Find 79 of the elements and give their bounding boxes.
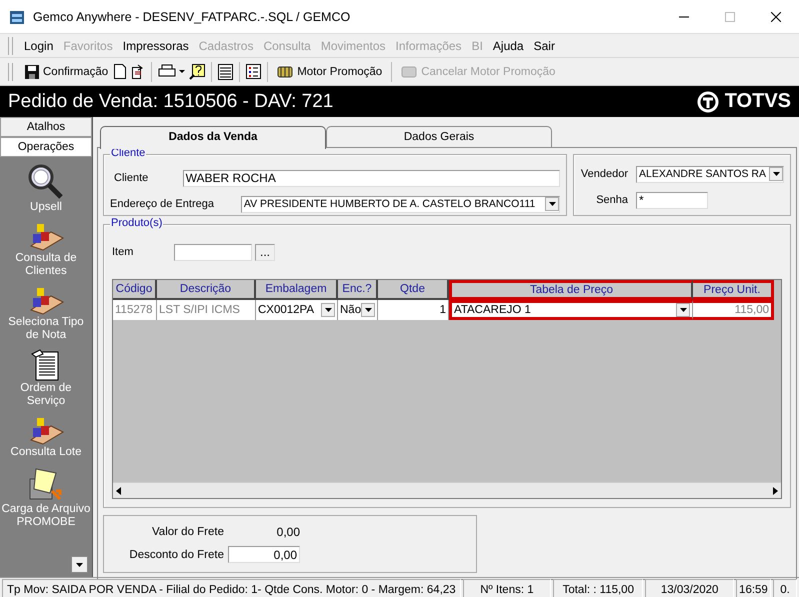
sidebar-item[interactable]: Seleciona Tipo de Nota: [1, 316, 91, 342]
table-cell: 115,00: [693, 300, 774, 320]
menu-item[interactable]: Impressoras: [118, 38, 194, 52]
sidebar-item[interactable]: Consulta de Clientes: [1, 252, 91, 278]
dropdown-button[interactable]: [321, 303, 335, 317]
cliente-field[interactable]: WABER ROCHA: [182, 170, 560, 186]
caret-icon: [548, 202, 556, 206]
dropdown-button[interactable]: [545, 197, 559, 211]
menu-item[interactable]: Login: [19, 38, 58, 52]
status-cell: Nº Itens: 1: [462, 579, 552, 597]
field-label: Senha: [595, 194, 628, 206]
table-cell-dropdown[interactable]: CX0012PA: [256, 300, 338, 320]
horizontal-scrollbar[interactable]: [113, 482, 781, 498]
endereco-dropdown[interactable]: AV PRESIDENTE HUMBERTO DE A. CASTELO BRANCO111: [240, 196, 560, 212]
calendar-icon[interactable]: [218, 64, 234, 80]
scroll-down-button[interactable]: [71, 556, 88, 573]
status-cell: 13/03/2020: [645, 579, 734, 597]
tab[interactable]: Dados Gerais: [326, 126, 552, 147]
tab[interactable]: Dados da Venda: [100, 126, 326, 149]
column-header[interactable]: Código: [113, 280, 157, 300]
dropdown-button[interactable]: [361, 303, 376, 317]
table-cell: LST S/IPI ICMS: [157, 300, 256, 320]
page-title: Pedido de Venda: 1510506 - DAV: 721: [8, 90, 334, 112]
browse-button[interactable]: ...: [255, 244, 275, 260]
document-icon: [31, 348, 61, 382]
window-title: Gemco Anywhere - DESENV_FATPARC.-.SQL / GEMCO: [33, 10, 352, 24]
printer-icon[interactable]: [158, 64, 186, 79]
table-cell-dropdown[interactable]: ATACAREJO 1: [449, 300, 693, 320]
menu-item[interactable]: Sair: [528, 38, 560, 52]
sidebar-item[interactable]: Carga de Arquivo PROMOBE: [1, 503, 91, 529]
confirm-button[interactable]: Confirmação: [22, 64, 112, 78]
table-cell-dropdown[interactable]: Não: [338, 300, 378, 320]
document-arrow-icon[interactable]: [129, 64, 146, 79]
new-document-icon[interactable]: [114, 64, 126, 79]
field-label: Vendedor: [580, 168, 628, 180]
dropdown-button[interactable]: [676, 303, 690, 317]
status-cell: 0.: [772, 579, 797, 597]
app-icon: [9, 8, 25, 24]
senha-field[interactable]: *: [636, 192, 708, 208]
status-cell: 16:59: [736, 579, 771, 597]
motor-promocao-button[interactable]: Motor Promoção: [274, 64, 386, 78]
caret-icon: [772, 172, 780, 176]
list-icon[interactable]: [246, 64, 262, 79]
field-label: Cliente: [113, 172, 150, 184]
field-label: Desconto do Frete: [128, 548, 224, 561]
magnifier-icon: [27, 163, 65, 201]
sidebar-section[interactable]: Operações: [0, 137, 92, 157]
field-label: Endereço de Entrega: [110, 198, 215, 210]
close-button[interactable]: [771, 12, 781, 22]
table-cell: 115278: [113, 300, 157, 320]
status-cell: Tp Mov: SAIDA POR VENDA - Filial do Pedido: 1- Qtde Cons. Motor: 0 - Margem: 64,23: [2, 579, 461, 597]
item-field[interactable]: [174, 244, 252, 260]
field-label: Item: [112, 246, 134, 258]
sidebar-item[interactable]: Upsell: [30, 201, 62, 214]
column-header[interactable]: Qtde: [378, 280, 449, 300]
column-header[interactable]: Tabela de Preço: [449, 280, 693, 300]
caret-icon: [324, 308, 332, 312]
sidebar-item[interactable]: Consulta Lote: [10, 446, 82, 459]
column-header[interactable]: Preço Unit.: [693, 280, 774, 300]
menu-item[interactable]: Ajuda: [488, 38, 529, 52]
caret-icon: [680, 308, 686, 312]
dropdown-button[interactable]: [769, 167, 783, 181]
valor-frete: 0,00: [276, 524, 300, 539]
vendedor-dropdown[interactable]: ALEXANDRE SANTOS RA: [636, 166, 784, 182]
desconto-field[interactable]: 0,00: [228, 546, 300, 564]
column-header[interactable]: Descrição: [157, 280, 256, 300]
sidebar-section[interactable]: Atalhos: [0, 117, 92, 137]
column-header[interactable]: Enc.?: [338, 280, 378, 300]
sidebar-item[interactable]: Ordem de Serviço: [1, 382, 91, 408]
column-header[interactable]: Embalagem: [256, 280, 338, 300]
table-cell: 1: [378, 300, 449, 320]
group-title: Produto(s): [110, 217, 164, 229]
logo-icon: [696, 90, 719, 112]
status-cell: Total: : 115,00: [553, 579, 644, 597]
logo-text: TOTVS: [724, 90, 791, 113]
field-label: Valor do Frete: [150, 526, 224, 538]
help-icon[interactable]: [189, 64, 206, 80]
caret-icon: [76, 562, 83, 566]
caret-icon: [364, 308, 372, 312]
